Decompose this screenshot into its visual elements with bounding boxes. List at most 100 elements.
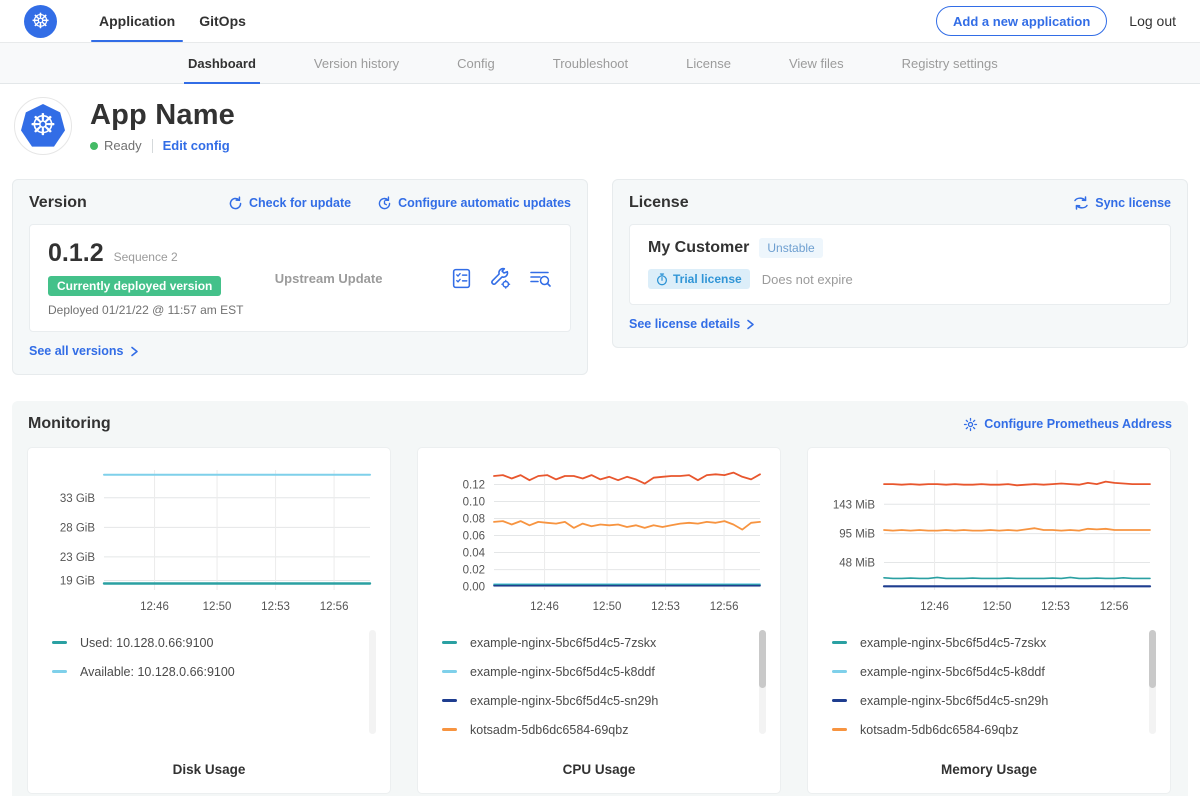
tab-application[interactable]: Application [87,0,187,42]
legend-scrollbar-track [1149,630,1156,734]
legend-item: example-nginx-5bc6f5d4c5-sn29h [832,686,1158,715]
svg-text:12:50: 12:50 [203,601,232,613]
refresh-icon [228,196,243,211]
svg-text:0.04: 0.04 [463,548,486,560]
customer-name: My Customer [648,239,749,257]
subnav-tab-view-files[interactable]: View files [789,43,844,83]
subnav-tab-dashboard[interactable]: Dashboard [188,43,256,83]
license-expiry-text: Does not expire [762,272,853,287]
gear-icon [963,417,978,432]
tab-gitops[interactable]: GitOps [187,0,258,42]
edit-config-link[interactable]: Edit config [163,138,230,153]
legend-label: example-nginx-5bc6f5d4c5-k8ddf [470,665,655,679]
channel-badge: Unstable [759,238,822,258]
legend-label: example-nginx-5bc6f5d4c5-k8ddf [860,665,1045,679]
upstream-update-label: Upstream Update [275,271,450,286]
legend-label: example-nginx-5bc6f5d4c5-7zskx [470,636,656,650]
legend-scrollbar-track [369,630,376,734]
legend-color-dash [832,641,847,644]
license-detail-row: My Customer Unstable Trial license Does … [629,224,1171,305]
app-name-title: App Name [90,99,235,132]
configure-prometheus-link[interactable]: Configure Prometheus Address [963,417,1172,432]
svg-text:48 MiB: 48 MiB [839,557,875,569]
svg-text:0.08: 0.08 [463,514,485,526]
kubernetes-logo-icon: ☸ [24,5,57,38]
license-card-title: License [629,194,689,212]
legend-label: Used: 10.128.0.66:9100 [80,636,213,650]
status-text: Ready [104,138,142,153]
divider [152,139,153,153]
svg-text:95 MiB: 95 MiB [839,529,875,541]
legend-item: example-nginx-5bc6f5d4c5-k8ddf [832,657,1158,686]
version-card-title: Version [29,194,87,212]
legend-color-dash [832,728,847,731]
subnav-tab-version-history[interactable]: Version history [314,43,399,83]
app-avatar: ☸ [14,97,72,155]
tab-gitops-label: GitOps [199,13,246,29]
legend-label: example-nginx-5bc6f5d4c5-sn29h [860,694,1048,708]
legend-color-dash [442,699,457,702]
disk-usage-chart-card: 33 GiB28 GiB23 GiB19 GiB12:4612:5012:531… [28,448,390,793]
svg-text:0.06: 0.06 [463,531,485,543]
see-license-details-link[interactable]: See license details [629,317,755,331]
legend-item: kotsadm-5db6dc6584-69qbz [442,715,768,744]
tab-application-label: Application [99,13,175,29]
subnav-tab-troubleshoot[interactable]: Troubleshoot [553,43,628,83]
config-tools-icon[interactable] [489,267,512,290]
license-card: License Sync license My Customer Unstabl… [612,179,1188,348]
svg-text:0.02: 0.02 [463,565,485,577]
configure-automatic-updates-link[interactable]: Configure automatic updates [377,196,571,211]
cpu-usage-legend: example-nginx-5bc6f5d4c5-7zskx example-ng… [442,628,768,744]
preflight-checks-icon[interactable] [450,267,473,290]
legend-color-dash [442,670,457,673]
svg-text:12:56: 12:56 [320,601,349,613]
cpu-usage-chart: 0.120.100.080.060.040.020.0012:4612:5012… [430,460,768,618]
sync-license-link[interactable]: Sync license [1073,196,1171,210]
logout-button[interactable]: Log out [1129,13,1176,29]
add-application-button[interactable]: Add a new application [936,6,1107,36]
check-for-update-link[interactable]: Check for update [228,196,351,211]
memory-usage-chart: 143 MiB95 MiB48 MiB12:4612:5012:5312:56 [820,460,1158,618]
svg-text:23 GiB: 23 GiB [60,552,95,564]
legend-label: kotsadm-5db6dc6584-69qbz [860,723,1018,737]
memory-usage-chart-card: 143 MiB95 MiB48 MiB12:4612:5012:5312:56 … [808,448,1170,793]
monitoring-title: Monitoring [28,415,111,433]
svg-text:33 GiB: 33 GiB [60,493,95,505]
svg-text:0.12: 0.12 [463,479,485,491]
status-ready-dot [90,142,98,150]
svg-text:12:53: 12:53 [1041,601,1070,613]
deployed-date: Deployed 01/21/22 @ 11:57 am EST [48,303,275,317]
view-logs-icon[interactable] [528,267,552,290]
legend-color-dash [832,699,847,702]
legend-label: example-nginx-5bc6f5d4c5-7zskx [860,636,1046,650]
trial-license-badge: Trial license [648,269,750,289]
disk-usage-legend: Used: 10.128.0.66:9100 Available: 10.128.… [52,628,378,686]
legend-scrollbar-thumb[interactable] [1149,630,1156,688]
see-all-versions-link[interactable]: See all versions [29,344,139,358]
legend-scrollbar-thumb[interactable] [759,630,766,688]
svg-text:12:56: 12:56 [1100,601,1129,613]
subnav-tab-license[interactable]: License [686,43,731,83]
legend-item: Used: 10.128.0.66:9100 [52,628,378,657]
app-header: ☸ App Name Ready Edit config [0,84,1200,165]
svg-text:12:53: 12:53 [261,601,290,613]
legend-color-dash [52,670,67,673]
top-navbar: ☸ Application GitOps Add a new applicati… [0,0,1200,42]
subnav-tab-registry-settings[interactable]: Registry settings [902,43,998,83]
legend-label: Available: 10.128.0.66:9100 [80,665,235,679]
chevron-right-icon [130,346,139,357]
current-version-row: 0.1.2 Sequence 2 Currently deployed vers… [29,224,571,332]
monitoring-section: Monitoring Configure Prometheus Address … [12,401,1188,796]
chevron-right-icon [746,319,755,330]
currently-deployed-badge: Currently deployed version [48,276,221,296]
clock-history-icon [377,196,392,211]
sync-arrows-icon [1073,196,1089,210]
cpu-usage-chart-card: 0.120.100.080.060.040.020.0012:4612:5012… [418,448,780,793]
svg-text:12:50: 12:50 [593,601,622,613]
legend-label: example-nginx-5bc6f5d4c5-sn29h [470,694,658,708]
svg-text:28 GiB: 28 GiB [60,522,95,534]
legend-item: kotsadm-5db6dc6584-69qbz [832,715,1158,744]
version-number: 0.1.2 [48,239,104,268]
subnav-tab-config[interactable]: Config [457,43,495,83]
topnav-tabs: Application GitOps [87,0,258,42]
